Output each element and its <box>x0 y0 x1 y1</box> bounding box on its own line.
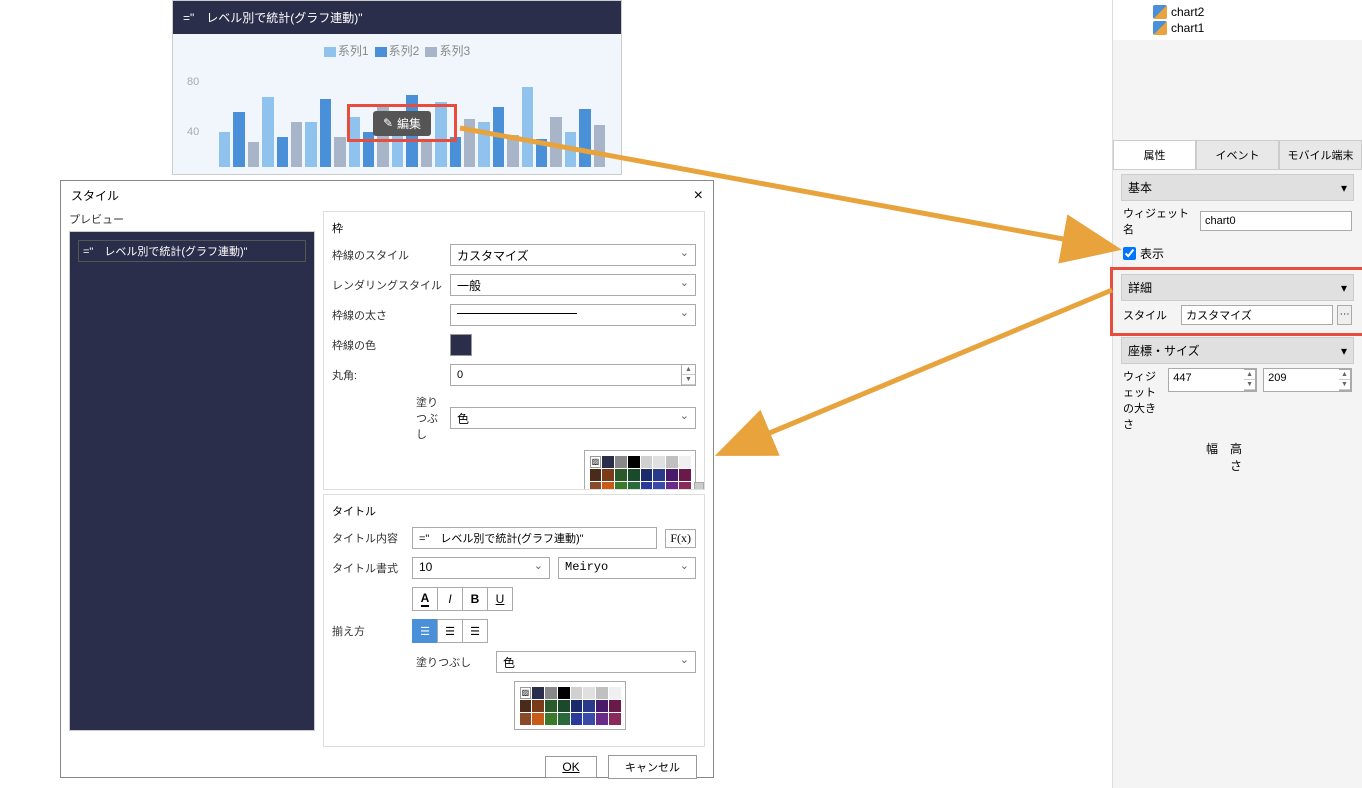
tree-item[interactable]: chart2 <box>1153 4 1362 20</box>
show-checkbox[interactable] <box>1123 247 1136 260</box>
tree-item[interactable]: chart1 <box>1153 20 1362 36</box>
preview-pane: プレビュー =" レベル別で統計(グラフ連動)" <box>69 211 315 747</box>
border-color-swatch[interactable] <box>450 334 472 356</box>
underline-button[interactable]: U <box>487 587 513 611</box>
y-tick: 40 <box>187 126 199 138</box>
chart-icon <box>1153 21 1167 35</box>
bold-button[interactable]: B <box>462 587 488 611</box>
title-fill-select[interactable]: 色 <box>496 651 696 673</box>
detail-header[interactable]: 詳細▾ <box>1121 274 1354 301</box>
title-section-label: タイトル <box>332 503 696 519</box>
detail-highlight: 詳細▾ スタイル ⋯ <box>1110 267 1362 336</box>
frame-section: 枠 枠線のスタイル カスタマイズ レンダリングスタイル 一般 枠線の太さ 枠線の… <box>323 211 705 490</box>
title-fill-label: 塗りつぶし <box>332 654 488 670</box>
frame-title: 枠 <box>332 220 696 236</box>
tab-events[interactable]: イベント <box>1196 140 1279 169</box>
formula-button[interactable]: F(x) <box>665 529 696 548</box>
rendering-select[interactable]: 一般 <box>450 274 696 296</box>
collapse-icon: ▾ <box>1341 344 1347 358</box>
width-spinner[interactable]: ▲▼ <box>1244 369 1256 391</box>
title-section: タイトル タイトル内容 F(x) タイトル書式 10 Meiryo A I <box>323 494 705 747</box>
properties-panel: chart2 chart1 属性 イベント モバイル端末 基本▾ ウィジェット名… <box>1112 0 1362 788</box>
basic-header[interactable]: 基本▾ <box>1121 174 1354 201</box>
title-content-input[interactable] <box>412 527 657 549</box>
dialog-footer: OK キャンセル <box>61 747 713 787</box>
widget-name-input[interactable] <box>1200 211 1352 231</box>
edit-button[interactable]: ✎ 編集 <box>373 111 431 136</box>
height-input[interactable] <box>1264 369 1339 387</box>
style-input[interactable] <box>1181 305 1333 325</box>
rendering-label: レンダリングスタイル <box>332 277 442 293</box>
font-color-button[interactable]: A <box>412 587 438 611</box>
radius-spinner[interactable]: ▲▼ <box>682 364 696 386</box>
collapse-icon: ▾ <box>1341 181 1347 195</box>
border-style-select[interactable]: カスタマイズ <box>450 244 696 266</box>
collapse-icon: ▾ <box>1341 281 1347 295</box>
title-color-palette[interactable]: ▨ <box>514 681 626 730</box>
dialog-titlebar: スタイル × <box>61 181 713 211</box>
title-format-label: タイトル書式 <box>332 560 404 576</box>
radius-label: 丸角: <box>332 367 442 383</box>
height-spinner[interactable]: ▲▼ <box>1339 369 1351 391</box>
title-content-label: タイトル内容 <box>332 530 404 546</box>
height-label: 高さ <box>1227 440 1245 474</box>
chart-legend: 系列1 系列2 系列3 <box>189 42 605 59</box>
edit-icon: ✎ <box>383 116 393 130</box>
dialog-title-text: スタイル <box>71 187 119 205</box>
align-buttons: ☰ ☰ ☰ <box>412 619 488 643</box>
align-left-button[interactable]: ☰ <box>412 619 438 643</box>
chart-title: =" レベル別で統計(グラフ連動)" <box>173 1 621 34</box>
preview-label: プレビュー <box>69 211 315 227</box>
style-dialog: スタイル × プレビュー =" レベル別で統計(グラフ連動)" 枠 枠線のスタイ… <box>60 180 714 778</box>
component-tree: chart2 chart1 <box>1113 0 1362 40</box>
close-icon[interactable]: × <box>694 187 703 205</box>
fill-label: 塗りつぶし <box>332 394 442 442</box>
font-size-select[interactable]: 10 <box>412 557 550 579</box>
chart-preview: =" レベル別で統計(グラフ連動)" 系列1 系列2 系列3 80 40 <box>172 0 622 175</box>
align-right-button[interactable]: ☰ <box>462 619 488 643</box>
coord-header[interactable]: 座標・サイズ▾ <box>1121 337 1354 364</box>
format-buttons: A I B U <box>412 587 513 611</box>
radius-input[interactable] <box>450 364 682 386</box>
italic-button[interactable]: I <box>437 587 463 611</box>
tab-mobile[interactable]: モバイル端末 <box>1279 140 1362 169</box>
preview-title: =" レベル別で統計(グラフ連動)" <box>78 240 306 262</box>
font-name-select[interactable]: Meiryo <box>558 557 696 579</box>
settings-pane: 枠 枠線のスタイル カスタマイズ レンダリングスタイル 一般 枠線の太さ 枠線の… <box>323 211 705 747</box>
ok-button[interactable]: OK <box>545 756 596 778</box>
show-label: 表示 <box>1140 245 1164 262</box>
align-center-button[interactable]: ☰ <box>437 619 463 643</box>
property-tabs: 属性 イベント モバイル端末 <box>1113 140 1362 170</box>
border-width-select[interactable] <box>450 304 696 326</box>
chart-icon <box>1153 5 1167 19</box>
fill-select[interactable]: 色 <box>450 407 696 429</box>
border-style-label: 枠線のスタイル <box>332 247 442 263</box>
y-tick: 80 <box>187 76 199 88</box>
border-color-label: 枠線の色 <box>332 337 442 353</box>
frame-color-palette[interactable]: ▨ <box>584 450 696 490</box>
size-label: ウィジェットの大きさ <box>1123 368 1164 432</box>
widget-name-label: ウィジェット名 <box>1123 205 1196 237</box>
width-label: 幅 <box>1203 440 1221 457</box>
align-label: 揃え方 <box>332 623 404 639</box>
edit-button-highlight: ✎ 編集 <box>347 104 457 142</box>
tab-attributes[interactable]: 属性 <box>1113 140 1196 169</box>
border-width-label: 枠線の太さ <box>332 307 442 323</box>
style-more-button[interactable]: ⋯ <box>1337 305 1352 325</box>
width-input[interactable] <box>1169 369 1244 387</box>
style-label: スタイル <box>1123 307 1177 323</box>
scrollbar-thumb[interactable] <box>694 482 704 490</box>
preview-area: =" レベル別で統計(グラフ連動)" <box>69 231 315 731</box>
cancel-button[interactable]: キャンセル <box>608 755 697 779</box>
